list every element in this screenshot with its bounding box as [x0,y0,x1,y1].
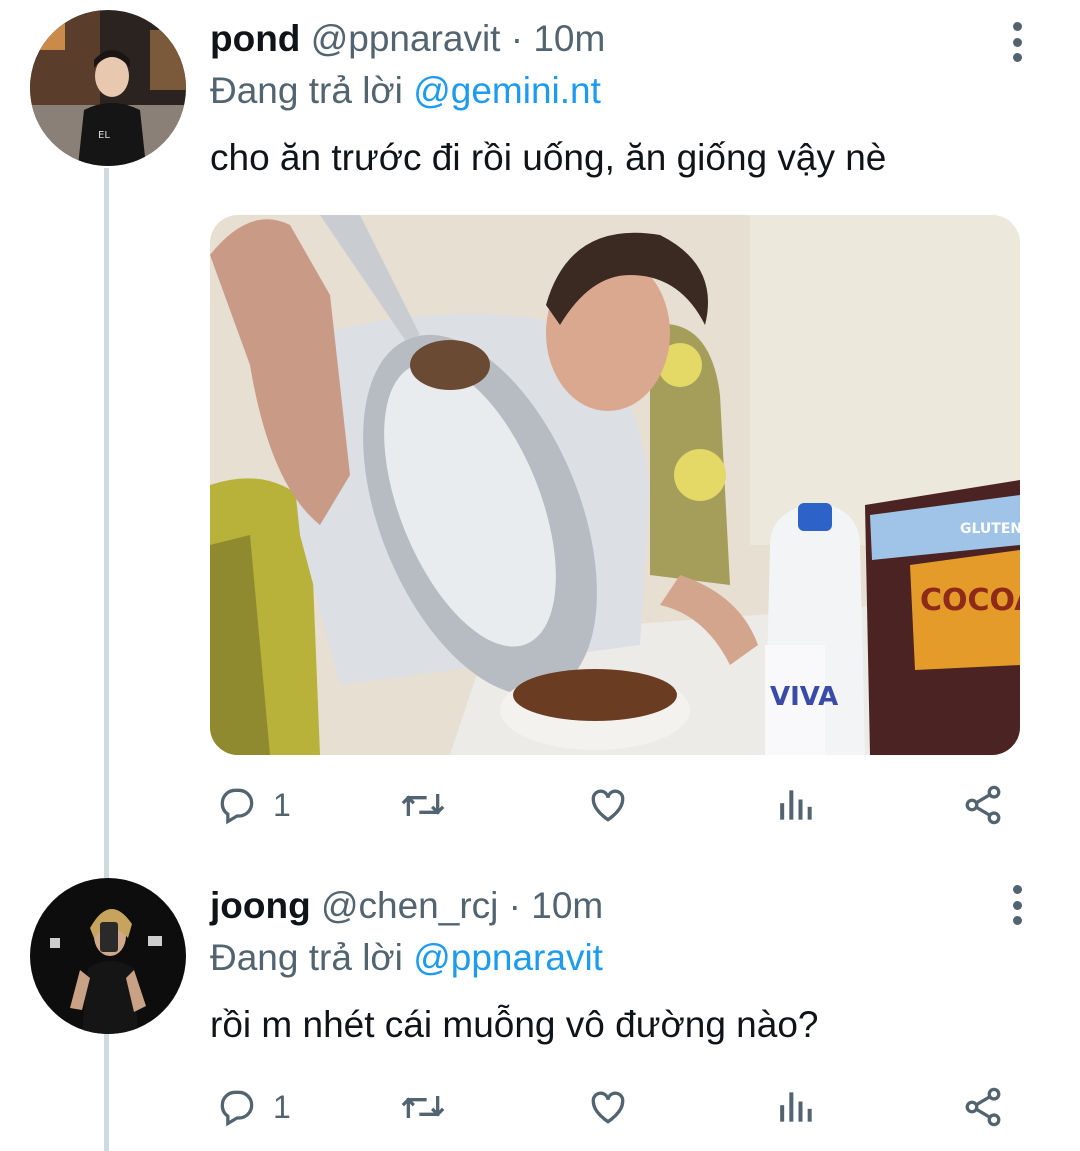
reply-button[interactable]: 1 [215,775,291,835]
replying-to-link[interactable]: @ppnaravit [413,937,603,978]
retweet-button[interactable] [398,1077,448,1137]
svg-text:EL: EL [98,130,110,141]
timestamp[interactable]: 10m [533,18,605,59]
reply-count: 1 [273,1088,291,1125]
reply-button[interactable]: 1 [215,1077,291,1137]
like-icon [591,789,625,822]
like-button[interactable] [585,775,631,835]
analytics-button[interactable] [775,1077,815,1137]
more-icon[interactable] [1010,22,1024,62]
handle[interactable]: @chen_rcj [321,885,498,926]
separator: · [510,18,524,59]
tweet-photo: VIVA GLUTEN COCOA PEBBLES [210,215,1020,755]
tweet-header: joong @chen_rcj · 10m [210,884,603,928]
reply-icon [220,1090,254,1127]
share-icon [965,785,1001,825]
cereal-top-label: GLUTEN [960,521,1020,537]
avatar-pond-image: EL [30,10,186,166]
tweet-actions: 1 [210,1077,1020,1137]
tweet-media-image[interactable]: VIVA GLUTEN COCOA PEBBLES [210,215,1020,755]
tweet-header: pond @ppnaravit · 10m [210,17,605,61]
replying-to-link[interactable]: @gemini.nt [413,70,601,111]
tweet-text: cho ăn trước đi rồi uống, ăn giống vậy n… [210,137,887,178]
milk-label: VIVA [770,682,838,712]
replying-prefix: Đang trả lời [210,70,403,111]
retweet-icon [401,1096,445,1118]
display-name[interactable]: pond [210,18,300,59]
timestamp[interactable]: 10m [531,885,603,926]
replying-to-line: Đang trả lời @ppnaravit [210,936,603,980]
analytics-icon [780,1092,812,1122]
retweet-button[interactable] [398,775,448,835]
like-icon [591,1091,625,1124]
more-icon[interactable] [1010,885,1024,925]
share-button[interactable] [960,1077,1006,1137]
like-button[interactable] [585,1077,631,1137]
retweet-icon [401,794,445,816]
avatar-joong[interactable] [30,878,186,1034]
replying-prefix: Đang trả lời [210,937,403,978]
tweet-text: rồi m nhét cái muỗng vô đường nào? [210,1004,819,1045]
avatar-joong-image [30,878,186,1034]
tweet-actions: 1 [210,775,1020,835]
separator: · [508,885,521,926]
display-name[interactable]: joong [210,885,311,926]
analytics-button[interactable] [775,775,815,835]
reply-icon [220,788,254,825]
avatar-pond[interactable]: EL [30,10,186,166]
reply-count: 1 [273,786,291,823]
analytics-icon [780,790,812,820]
replying-to-line: Đang trả lời @gemini.nt [210,69,601,113]
handle[interactable]: @ppnaravit [311,18,501,59]
share-icon [965,1087,1001,1127]
share-button[interactable] [960,775,1006,835]
cereal-label: COCOA PEBBLES [920,583,1020,618]
